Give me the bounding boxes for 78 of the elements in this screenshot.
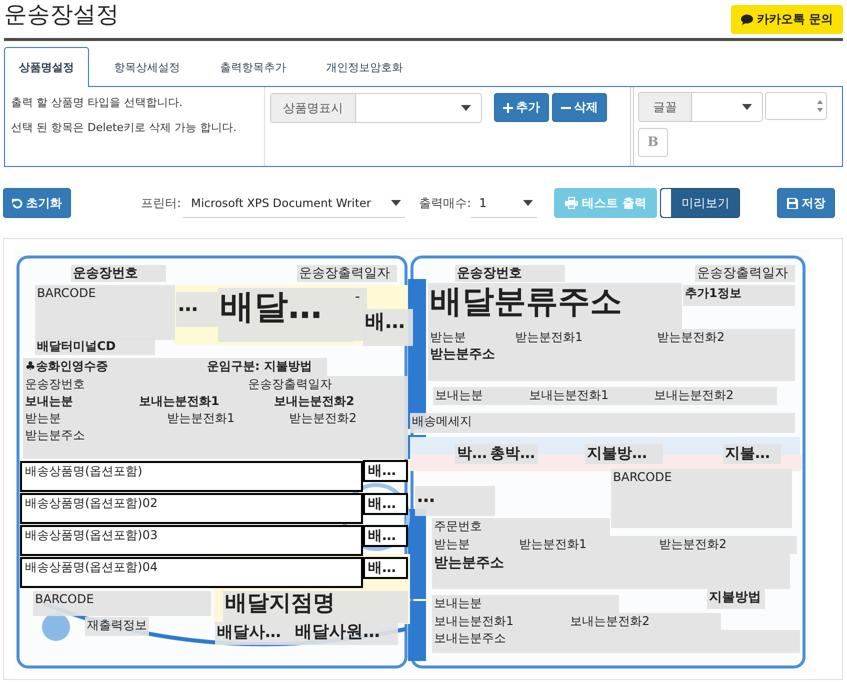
label-field[interactable]: 보내는분전화1 <box>527 387 652 405</box>
font-select[interactable]: 글꼴 <box>638 92 763 122</box>
printer-label: 프린터: <box>141 194 182 212</box>
label-field[interactable]: 배달터미널CD <box>35 338 155 355</box>
printer-select[interactable]: Microsoft XPS Document Writer <box>183 188 406 218</box>
label-field[interactable]: BARCODE <box>611 469 792 528</box>
label-field[interactable]: … <box>176 292 218 327</box>
label-field[interactable]: 받는분주소 <box>23 427 408 459</box>
label-field[interactable]: 운송장번호 <box>455 265 565 282</box>
label-field[interactable]: 배… <box>363 309 413 346</box>
label-field[interactable]: 받는분전화2 <box>657 536 797 554</box>
reset-button[interactable]: 초기화 <box>3 188 71 218</box>
add-button[interactable]: 추가 <box>494 93 549 122</box>
label-field[interactable]: 보내는분전화2 <box>652 387 777 405</box>
label-field[interactable]: 보내는분전화2 <box>272 393 408 410</box>
label-field[interactable]: 보내는분전화2 <box>568 613 721 631</box>
label-field[interactable]: 박… <box>455 444 489 464</box>
label-field[interactable]: 보내는분전화1 <box>432 613 568 631</box>
label-field[interactable]: 운송장출력일자 <box>246 376 408 393</box>
product-name-select[interactable]: 상품명표시 <box>270 93 482 123</box>
tab[interactable]: 상품명설정 <box>4 47 89 87</box>
label-field[interactable]: 배… <box>363 460 408 482</box>
delete-button[interactable]: 삭제 <box>552 93 607 122</box>
label-field[interactable]: 추가1정보 <box>683 285 795 306</box>
label-field[interactable]: 배송상품명(옵션포함)03 <box>20 525 363 556</box>
label-field[interactable]: 지불방… <box>585 444 663 464</box>
label-field[interactable]: 배송상품명(옵션포함)02 <box>20 493 363 524</box>
label-field[interactable]: 운송장출력일자 <box>695 265 795 282</box>
kakao-inquiry-button[interactable]: 카카오톡 문의 <box>730 5 843 34</box>
label-field[interactable]: … <box>415 486 495 516</box>
label-field[interactable]: 배달사… <box>215 622 293 645</box>
label-field[interactable]: 배송상품명(옵션포함)04 <box>20 557 363 588</box>
label-field[interactable]: 배송메세지 <box>410 413 795 433</box>
label-field[interactable]: 운송장번호 <box>71 265 166 282</box>
tab[interactable]: 항목상세설정 <box>99 47 195 86</box>
label-field[interactable]: 배달분류주소 <box>428 283 682 329</box>
label-field[interactable]: 보내는분전화1 <box>137 393 272 410</box>
copies-label: 출력매수: <box>419 194 472 212</box>
save-button[interactable]: 저장 <box>777 188 836 218</box>
label-field[interactable]: 운임구분: 지불방법 <box>205 358 327 376</box>
label-field[interactable]: 배송상품명(옵션포함) <box>20 461 363 492</box>
label-field[interactable]: 받는분 <box>428 329 513 346</box>
label-field[interactable]: 배달지점명 <box>223 591 408 623</box>
label-field[interactable]: 보내는분주소 <box>432 630 800 653</box>
page-title: 운송장설정 <box>4 1 119 30</box>
label-field[interactable]: 받는분전화1 <box>517 536 657 554</box>
label-field[interactable]: 받는분주소 <box>428 346 795 381</box>
instruction-text: 출력 할 상품명 타입을 선택합니다. <box>11 95 184 110</box>
label-field[interactable]: 운송장번호 <box>23 376 246 393</box>
label-field[interactable]: 받는분전화1 <box>513 329 655 346</box>
label-field[interactable]: 보내는분 <box>432 595 619 613</box>
label-field[interactable]: 보내는분 <box>23 393 137 410</box>
label-field[interactable]: 받는분전화1 <box>165 410 287 427</box>
label-field[interactable]: 받는분 <box>23 410 165 427</box>
label-field[interactable]: 받는분 <box>432 536 517 554</box>
copies-select[interactable]: 1 <box>471 188 538 218</box>
label-field[interactable]: 지불… <box>723 444 781 464</box>
tab[interactable]: 출력항목추가 <box>205 47 301 86</box>
label-field[interactable]: 받는분전화2 <box>287 410 408 427</box>
label-field[interactable]: 운송장출력일자 <box>297 265 397 282</box>
label-field[interactable]: 총박… <box>488 444 538 464</box>
preview-toggle[interactable]: 미리보기 <box>660 188 740 218</box>
label-field[interactable]: 받는분전화2 <box>655 329 795 346</box>
tab[interactable]: 개인정보암호화 <box>311 47 418 86</box>
label-field[interactable]: 재출력정보 <box>85 617 149 636</box>
label-field[interactable]: BARCODE <box>35 285 175 340</box>
label-field[interactable]: BARCODE <box>33 591 211 616</box>
label-field[interactable]: 배… <box>363 493 408 515</box>
instruction-text: 선택 된 항목은 Delete키로 삭제 가능 합니다. <box>11 120 238 135</box>
label-field[interactable]: 배달사원… <box>293 622 398 645</box>
label-field[interactable]: 받는분주소 <box>432 554 790 589</box>
label-field[interactable]: 배달… <box>218 288 353 342</box>
label-field[interactable]: 지불방법 <box>707 589 765 609</box>
label-field[interactable]: 보내는분 <box>433 387 527 405</box>
label-field[interactable]: 배… <box>363 557 408 579</box>
label-field[interactable]: 주문번호 <box>432 518 610 536</box>
label-field[interactable]: ♣송화인영수증 <box>23 358 205 376</box>
label-field[interactable]: 배… <box>363 525 408 547</box>
